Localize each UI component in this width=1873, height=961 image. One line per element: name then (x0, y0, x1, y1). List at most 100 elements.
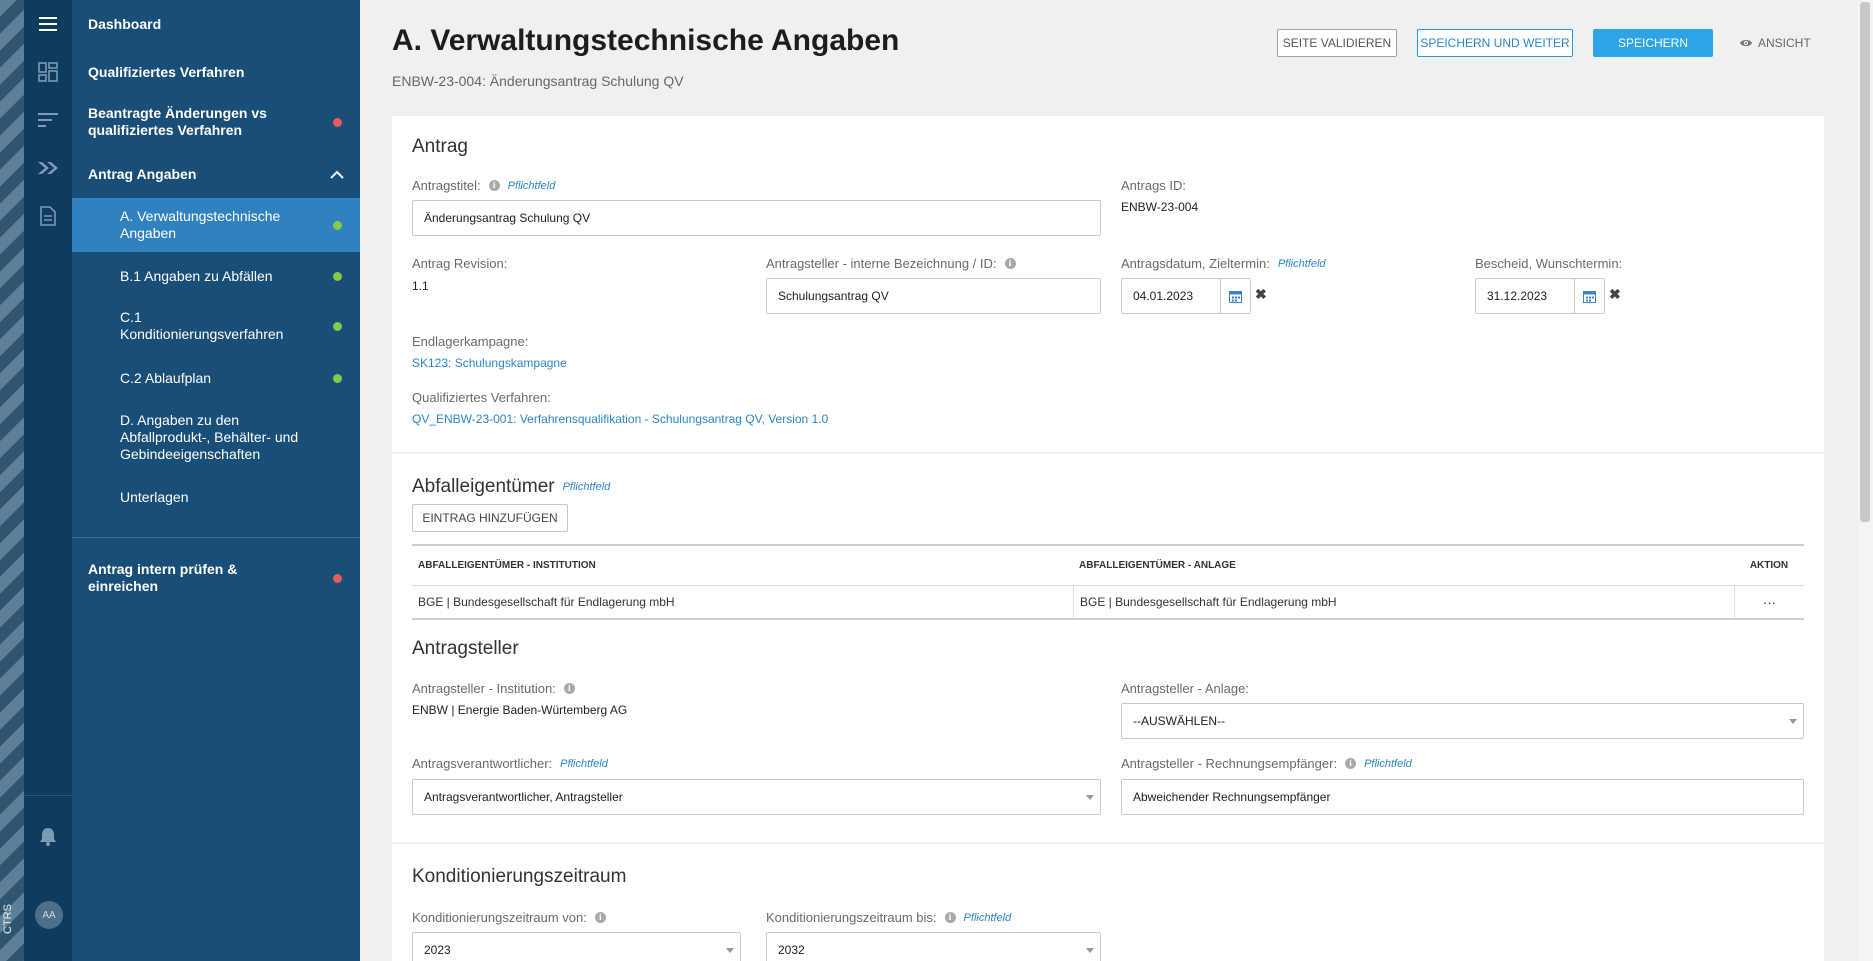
antragsteller-anlage-select[interactable]: --AUSWÄHLEN-- (1121, 703, 1804, 739)
status-dot-green (333, 321, 342, 331)
info-icon[interactable]: i (1345, 758, 1357, 769)
sidebar-item-label: Unterlagen (120, 488, 189, 505)
bescheid-label: Bescheid, Wunschtermin: (1475, 256, 1623, 271)
kond-von-select[interactable]: 2023 (412, 932, 741, 961)
sidebar-item-abfallprodukt-eigenschaften[interactable]: D. Angaben zu den Abfallprodukt-, Behält… (72, 410, 360, 464)
antragstitel-input[interactable]: Änderungsantrag Schulung QV (412, 200, 1101, 236)
sort-icon[interactable] (24, 96, 72, 144)
antragsteller-institution-value: ENBW | Energie Baden-Würtemberg AG (412, 703, 628, 717)
required-hint: Pflichtfeld (507, 179, 556, 192)
sidebar-item-label: Antrag Angaben (88, 165, 197, 182)
endlagerkampagne-link[interactable]: SK123: Schulungskampagne (412, 356, 567, 370)
required-hint: Pflichtfeld (1364, 757, 1412, 770)
sidebar-item-dashboard[interactable]: Dashboard (72, 10, 360, 38)
sidebar-item-angaben-zu-abfaellen[interactable]: B.1 Angaben zu Abfällen (72, 262, 360, 290)
rechnungsempfaenger-label: Antragsteller - Rechnungsempfänger: i Pf… (1121, 756, 1412, 771)
sidebar-item-label: C.2 Ablaufplan (120, 369, 212, 386)
sidebar-item-antrag-pruefen-einreichen[interactable]: Antrag intern prüfen & einreichen (72, 560, 360, 596)
field-label-text: Antragsteller - Rechnungsempfänger: (1121, 756, 1338, 771)
info-icon[interactable]: i (594, 912, 606, 923)
info-icon[interactable]: i (944, 912, 956, 923)
info-icon[interactable]: i (1004, 258, 1016, 269)
antrags-id-value: ENBW-23-004 (1121, 200, 1199, 214)
view-button[interactable]: ANSICHT (1740, 29, 1830, 57)
sidebar-item-antrag-angaben[interactable]: Antrag Angaben (72, 160, 360, 188)
interne-bezeichnung-input[interactable]: Schulungsantrag QV (766, 278, 1101, 314)
save-and-continue-button[interactable]: SPEICHERN UND WEITER (1417, 29, 1573, 57)
revision-value: 1.1 (412, 279, 429, 293)
sidebar-item-label: Qualifiziertes Verfahren (88, 63, 245, 80)
kond-von-label: Konditionierungszeitraum von: i (412, 910, 606, 925)
chevron-down-icon (1086, 948, 1094, 953)
info-icon[interactable]: i (563, 683, 575, 694)
document-icon[interactable] (24, 192, 72, 240)
chevron-down-icon (1789, 719, 1797, 724)
table-header: ABFALLEIGENTÜMER - INSTITUTION ABFALLEIG… (412, 546, 1804, 586)
status-dot-red (333, 117, 342, 127)
avatar[interactable]: AA (35, 901, 63, 929)
dashboard-icon[interactable] (24, 48, 72, 96)
qualifiziertes-verfahren-label: Qualifiziertes Verfahren: (412, 390, 551, 405)
table-cell-anlage: BGE | Bundesgesellschaft für Endlagerung… (1073, 586, 1734, 618)
sidebar-nav: Dashboard Qualifiziertes Verfahren Beant… (72, 0, 360, 961)
calendar-icon[interactable] (1574, 279, 1604, 313)
sidebar-item-konditionierungsverfahren[interactable]: C.1 Konditionierungsverfahren (72, 308, 360, 344)
more-actions-icon[interactable]: ··· (1734, 586, 1804, 618)
bell-icon[interactable] (24, 812, 72, 860)
eye-icon (1740, 36, 1752, 50)
sidebar-item-label: B.1 Angaben zu Abfällen (120, 267, 273, 284)
required-hint: Pflichtfeld (560, 757, 608, 770)
scrollbar-thumb[interactable] (1860, 2, 1870, 522)
status-dot-green (333, 373, 342, 383)
antragsteller-institution-label: Antragsteller - Institution: i (412, 681, 575, 696)
sidebar-item-unterlagen[interactable]: Unterlagen (72, 483, 360, 511)
info-icon[interactable]: i (488, 180, 500, 191)
save-button[interactable]: SPEICHERN (1593, 29, 1713, 57)
kond-bis-label: Konditionierungszeitraum bis: i Pflichtf… (766, 910, 1011, 925)
abfalleigentuemer-table: ABFALLEIGENTÜMER - INSTITUTION ABFALLEIG… (412, 544, 1804, 620)
required-hint: Pflichtfeld (562, 481, 611, 493)
view-button-label: ANSICHT (1758, 36, 1811, 50)
validate-page-button[interactable]: SEITE VALIDIEREN (1277, 29, 1397, 57)
chevron-down-icon (1086, 795, 1094, 800)
sidebar-item-label: Dashboard (88, 15, 162, 32)
qualifiziertes-verfahren-link[interactable]: QV_ENBW-23-001: Verfahrensqualifikation … (412, 412, 828, 426)
sidebar-item-ablaufplan[interactable]: C.2 Ablaufplan (72, 364, 360, 392)
kond-bis-select[interactable]: 2032 (766, 932, 1101, 961)
sidebar-item-qualifiziertes-verfahren[interactable]: Qualifiziertes Verfahren (72, 58, 360, 86)
section-title: Antrag (412, 136, 468, 157)
select-value: --AUSWÄHLEN-- (1133, 714, 1225, 728)
clear-date-icon[interactable]: ✖ (1255, 286, 1267, 303)
table-row[interactable]: BGE | Bundesgesellschaft für Endlagerung… (412, 586, 1804, 618)
bescheid-input[interactable]: 31.12.2023 (1475, 278, 1605, 314)
main-content: A. Verwaltungstechnische Angaben ENBW-23… (360, 0, 1858, 961)
sidebar-item-beantragte-aenderungen[interactable]: Beantragte Änderungen vs qualifiziertes … (72, 104, 360, 140)
antragsdatum-input[interactable]: 04.01.2023 (1121, 278, 1251, 314)
page-subtitle: ENBW-23-004: Änderungsantrag Schulung QV (392, 73, 684, 89)
antragsverantwortlicher-label: Antragsverantwortlicher: Pflichtfeld (412, 756, 608, 771)
add-entry-button[interactable]: EINTRAG HINZUFÜGEN (412, 504, 568, 532)
rechnungsempfaenger-input[interactable]: Abweichender Rechnungsempfänger (1121, 779, 1804, 815)
column-header-anlage[interactable]: ABFALLEIGENTÜMER - ANLAGE (1073, 546, 1734, 585)
clear-date-icon[interactable]: ✖ (1609, 286, 1621, 303)
select-value: 2032 (778, 943, 805, 957)
side-stripe-label: CTRS (2, 904, 14, 934)
sidebar-item-label: A. Verwaltungstechnische Angaben (120, 208, 281, 241)
status-dot-green (333, 220, 342, 230)
konditionierungszeitraum-section: Konditionierungszeitraum Konditionierung… (392, 844, 1824, 961)
column-header-institution[interactable]: ABFALLEIGENTÜMER - INSTITUTION (412, 546, 1073, 585)
antrag-section: Antrag Antragstitel: i Pflichtfeld Änder… (392, 116, 1824, 452)
table-cell-institution: BGE | Bundesgesellschaft für Endlagerung… (418, 595, 675, 609)
sidebar-item-label: D. Angaben zu den Abfallprodukt-, Behält… (120, 411, 299, 462)
menu-icon[interactable] (24, 0, 72, 48)
field-label-text: Antragsverantwortlicher: (412, 756, 553, 771)
sidebar-item-verwaltungstechnische-angaben[interactable]: A. Verwaltungstechnische Angaben (72, 198, 360, 252)
antragsverantwortlicher-select[interactable]: Antragsverantwortlicher, Antragsteller (412, 779, 1101, 815)
icon-rail: AA (24, 0, 72, 961)
required-hint: Pflichtfeld (963, 911, 1012, 924)
chevron-down-icon (726, 948, 734, 953)
chevrons-right-icon[interactable] (24, 144, 72, 192)
calendar-icon[interactable] (1220, 279, 1250, 313)
rail-divider (24, 795, 72, 796)
date-value: 31.12.2023 (1487, 289, 1548, 303)
